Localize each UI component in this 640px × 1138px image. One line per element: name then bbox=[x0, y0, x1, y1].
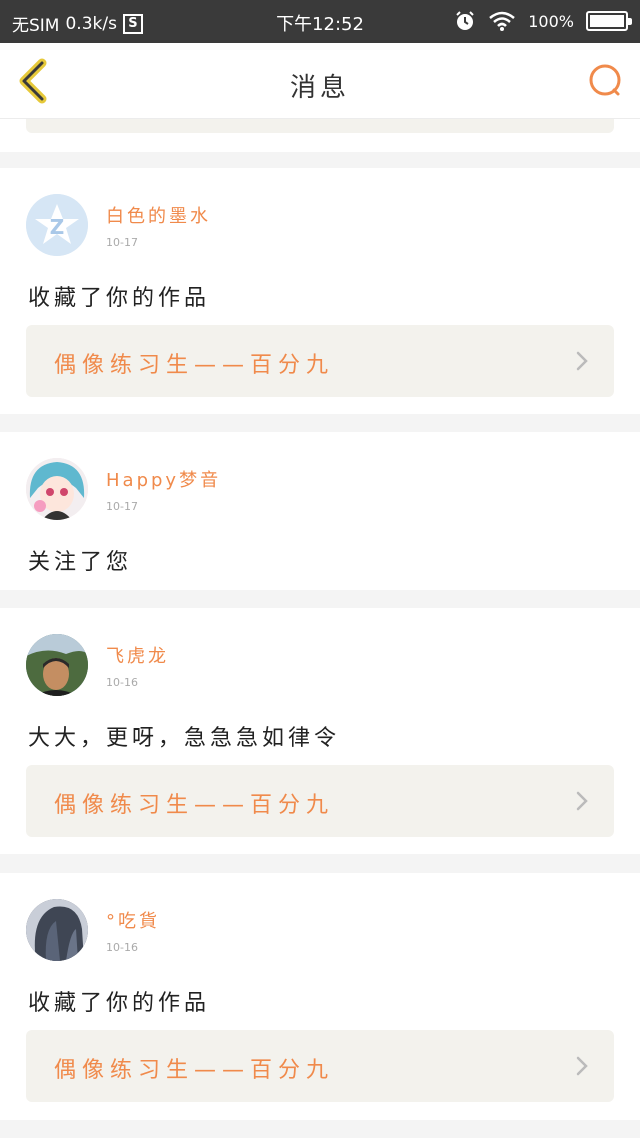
message-date: 10-17 bbox=[106, 236, 138, 249]
message-card[interactable]: °吃貨 10-16 收藏了你的作品 偶像练习生——百分九 bbox=[0, 873, 640, 1120]
anime-avatar-image bbox=[26, 458, 88, 520]
hair-avatar-image bbox=[26, 899, 88, 961]
nav-bar: 消息 bbox=[0, 43, 640, 119]
message-text: 收藏了你的作品 bbox=[28, 286, 211, 311]
status-right: 100% bbox=[454, 10, 632, 32]
message-date: 10-17 bbox=[106, 500, 138, 513]
message-card[interactable]: Happy梦音 10-17 关注了您 bbox=[0, 432, 640, 590]
work-title: 偶像练习生——百分九 bbox=[54, 353, 335, 378]
svg-text:Z: Z bbox=[50, 215, 65, 239]
photo-avatar-image bbox=[26, 634, 88, 696]
message-date: 10-16 bbox=[106, 676, 138, 689]
work-link[interactable]: 偶像练习生——百分九 bbox=[26, 765, 614, 837]
username[interactable]: 白色的墨水 bbox=[106, 202, 211, 228]
message-card[interactable]: 飞虎龙 10-16 大大，更呀，急急急如律令 偶像练习生——百分九 bbox=[0, 608, 640, 854]
battery-icon bbox=[586, 11, 632, 31]
default-avatar-icon: Z bbox=[26, 194, 88, 256]
work-title: 偶像练习生——百分九 bbox=[54, 1058, 335, 1083]
page-title: 消息 bbox=[289, 73, 350, 103]
battery-percent: 100% bbox=[528, 11, 574, 31]
avatar[interactable] bbox=[26, 458, 88, 520]
work-link[interactable]: 偶像练习生——百分九 bbox=[26, 325, 614, 397]
message-text: 关注了您 bbox=[28, 550, 133, 575]
partial-work-link[interactable] bbox=[26, 119, 614, 133]
avatar[interactable] bbox=[26, 899, 88, 961]
chevron-right-icon bbox=[576, 351, 588, 371]
alarm-icon bbox=[456, 11, 474, 30]
username[interactable]: 飞虎龙 bbox=[106, 642, 169, 668]
status-bar: 无SIM 0.3k/s S 下午12:52 100% bbox=[0, 0, 640, 43]
message-date: 10-16 bbox=[106, 941, 138, 954]
work-link[interactable]: 偶像练习生——百分九 bbox=[26, 1030, 614, 1102]
chevron-right-icon bbox=[576, 791, 588, 811]
search-icon[interactable] bbox=[588, 63, 624, 99]
message-text: 大大，更呀，急急急如律令 bbox=[28, 726, 341, 751]
avatar[interactable] bbox=[26, 634, 88, 696]
username[interactable]: Happy梦音 bbox=[106, 466, 221, 492]
wifi-icon bbox=[489, 11, 516, 31]
chevron-right-icon bbox=[576, 1056, 588, 1076]
avatar[interactable]: Z bbox=[26, 194, 88, 256]
message-text: 收藏了你的作品 bbox=[28, 991, 211, 1016]
message-card[interactable]: Z 白色的墨水 10-17 收藏了你的作品 偶像练习生——百分九 bbox=[0, 168, 640, 414]
partial-message-card bbox=[0, 119, 640, 152]
work-title: 偶像练习生——百分九 bbox=[54, 793, 335, 818]
username[interactable]: °吃貨 bbox=[106, 907, 160, 933]
